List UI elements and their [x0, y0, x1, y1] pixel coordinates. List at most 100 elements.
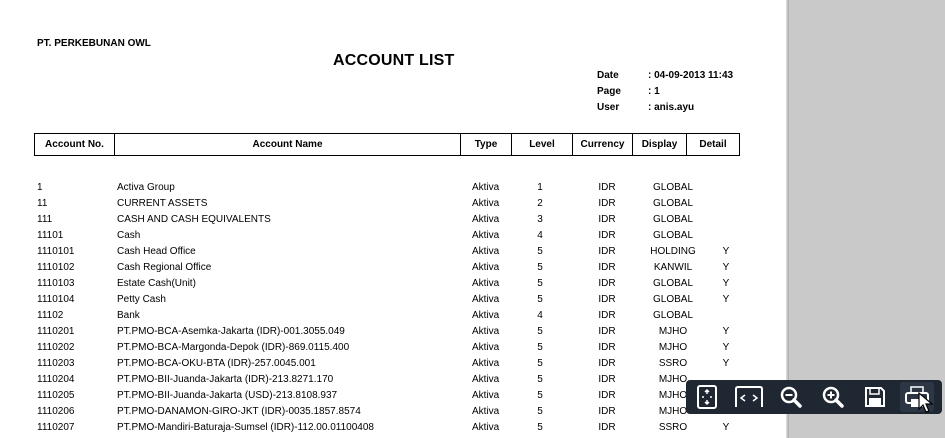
level-cell: 5 — [537, 294, 543, 305]
table-row: 1110205 PT.PMO-BII-Juanda-Jakarta (USD)-2… — [0, 388, 786, 404]
level-cell: 5 — [537, 342, 543, 353]
account-name-cell: PT.PMO-BCA-Margonda-Depok (IDR)-869.0115… — [117, 342, 350, 353]
account-name-cell: PT.PMO-BCA-OKU-BTA (IDR)-257.0045.001 — [117, 358, 316, 369]
table-row: 1110207 PT.PMO-Mandiri-Baturaja-Sumsel (I… — [0, 420, 786, 436]
display-cell: SSRO — [658, 422, 688, 433]
type-cell: Aktiva — [472, 182, 500, 193]
column-header-display: Display — [633, 134, 687, 155]
level-cell: 5 — [537, 278, 543, 289]
fit-width-icon — [735, 386, 763, 407]
currency-cell: IDR — [598, 342, 616, 353]
currency-cell: IDR — [598, 422, 616, 433]
type-cell: Aktiva — [472, 358, 500, 369]
type-cell: Aktiva — [472, 262, 500, 273]
account-no-cell: 1110101 — [37, 246, 75, 257]
save-icon — [865, 387, 885, 407]
currency-cell: IDR — [598, 310, 616, 321]
zoom-out-button[interactable] — [774, 382, 808, 412]
type-cell: Aktiva — [472, 294, 500, 305]
zoom-in-button[interactable] — [816, 382, 850, 412]
display-cell: GLOBAL — [652, 310, 694, 321]
company-name: PT. PERKEBUNAN OWL — [37, 38, 151, 49]
display-cell: GLOBAL — [652, 294, 694, 305]
detail-cell: Y — [722, 278, 730, 289]
type-cell: Aktiva — [472, 230, 500, 241]
mouse-pointer-icon — [918, 392, 934, 413]
type-cell: Aktiva — [472, 342, 500, 353]
fit-page-icon — [697, 385, 717, 409]
currency-cell: IDR — [598, 230, 616, 241]
account-no-cell: 11101 — [37, 230, 64, 241]
level-cell: 3 — [537, 214, 543, 225]
account-name-cell: Activa Group — [117, 182, 175, 193]
type-cell: Aktiva — [472, 422, 500, 433]
type-cell: Aktiva — [472, 278, 500, 289]
display-cell: MJHO — [658, 326, 688, 337]
account-no-cell: 1 — [37, 182, 43, 193]
account-name-cell: CASH AND CASH EQUIVALENTS — [117, 214, 271, 225]
zoom-out-icon — [780, 386, 802, 408]
table-row: 1110203 PT.PMO-BCA-OKU-BTA (IDR)-257.0045… — [0, 356, 786, 372]
account-no-cell: 1110205 — [37, 390, 75, 401]
account-no-cell: 1110103 — [37, 278, 75, 289]
account-name-cell: PT.PMO-BII-Juanda-Jakarta (USD)-213.8108… — [117, 390, 338, 401]
currency-cell: IDR — [598, 262, 616, 273]
currency-cell: IDR — [598, 198, 616, 209]
display-cell: GLOBAL — [652, 182, 694, 193]
account-name-cell: Cash Head Office — [117, 246, 196, 257]
account-no-cell: 1110202 — [37, 342, 75, 353]
level-cell: 4 — [537, 230, 543, 241]
detail-cell: Y — [722, 358, 730, 369]
account-name-cell: Cash Regional Office — [117, 262, 212, 273]
account-no-cell: 1110206 — [37, 406, 75, 417]
type-cell: Aktiva — [472, 198, 500, 209]
currency-cell: IDR — [598, 374, 616, 385]
viewer-toolbar — [686, 380, 942, 414]
table-row: 11102 Bank Aktiva 4 IDR GLOBAL — [0, 308, 786, 324]
column-header-detail: Detail — [699, 139, 727, 150]
type-cell: Aktiva — [472, 214, 500, 225]
level-cell: 5 — [537, 262, 543, 273]
currency-cell: IDR — [598, 326, 616, 337]
meta-user-value: : anis.ayu — [648, 102, 695, 113]
column-header-currency: Currency — [573, 134, 633, 155]
account-no-cell: 1110201 — [37, 326, 75, 337]
detail-cell: Y — [722, 342, 730, 353]
account-name-cell: Cash — [117, 230, 141, 241]
fit-page-button[interactable] — [690, 382, 724, 412]
account-name-cell: Petty Cash — [117, 294, 166, 305]
display-cell: GLOBAL — [652, 214, 694, 225]
currency-cell: IDR — [598, 278, 616, 289]
column-header-level: Level — [512, 134, 573, 155]
save-button[interactable] — [858, 382, 892, 412]
detail-cell: Y — [722, 422, 730, 433]
account-no-cell: 111 — [37, 214, 53, 225]
table-row: 1110202 PT.PMO-BCA-Margonda-Depok (IDR)-8… — [0, 340, 786, 356]
fit-width-button[interactable] — [732, 382, 766, 412]
currency-cell: IDR — [598, 406, 616, 417]
account-no-cell: 1110102 — [37, 262, 75, 273]
column-header-account-name: Account Name — [115, 134, 461, 155]
display-cell: SSRO — [658, 358, 688, 369]
level-cell: 5 — [537, 406, 543, 417]
meta-user-label: User — [597, 102, 620, 113]
meta-page-value: : 1 — [648, 86, 660, 97]
level-cell: 5 — [537, 374, 543, 385]
report-title: ACCOUNT LIST — [333, 52, 455, 69]
account-name-cell: PT.PMO-BCA-Asemka-Jakarta (IDR)-001.3055… — [117, 326, 345, 337]
table-row: 1110104 Petty Cash Aktiva 5 IDR GLOBAL Y — [0, 292, 786, 308]
type-cell: Aktiva — [472, 326, 500, 337]
table-row: 1110103 Estate Cash(Unit) Aktiva 5 IDR GLOBAL… — [0, 276, 786, 292]
currency-cell: IDR — [598, 390, 616, 401]
account-no-cell: 1110204 — [37, 374, 75, 385]
account-name-cell: PT.PMO-Mandiri-Baturaja-Sumsel (IDR)-112… — [117, 422, 374, 433]
level-cell: 5 — [537, 246, 543, 257]
account-no-cell: 11102 — [37, 310, 64, 321]
detail-cell: Y — [722, 246, 730, 257]
zoom-in-icon — [822, 386, 844, 408]
level-cell: 1 — [537, 182, 543, 193]
account-no-cell: 1110203 — [37, 358, 75, 369]
display-cell: HOLDING — [650, 246, 696, 257]
detail-cell: Y — [722, 262, 730, 273]
meta-date-value: : 04-09-2013 11:43 — [648, 70, 734, 81]
